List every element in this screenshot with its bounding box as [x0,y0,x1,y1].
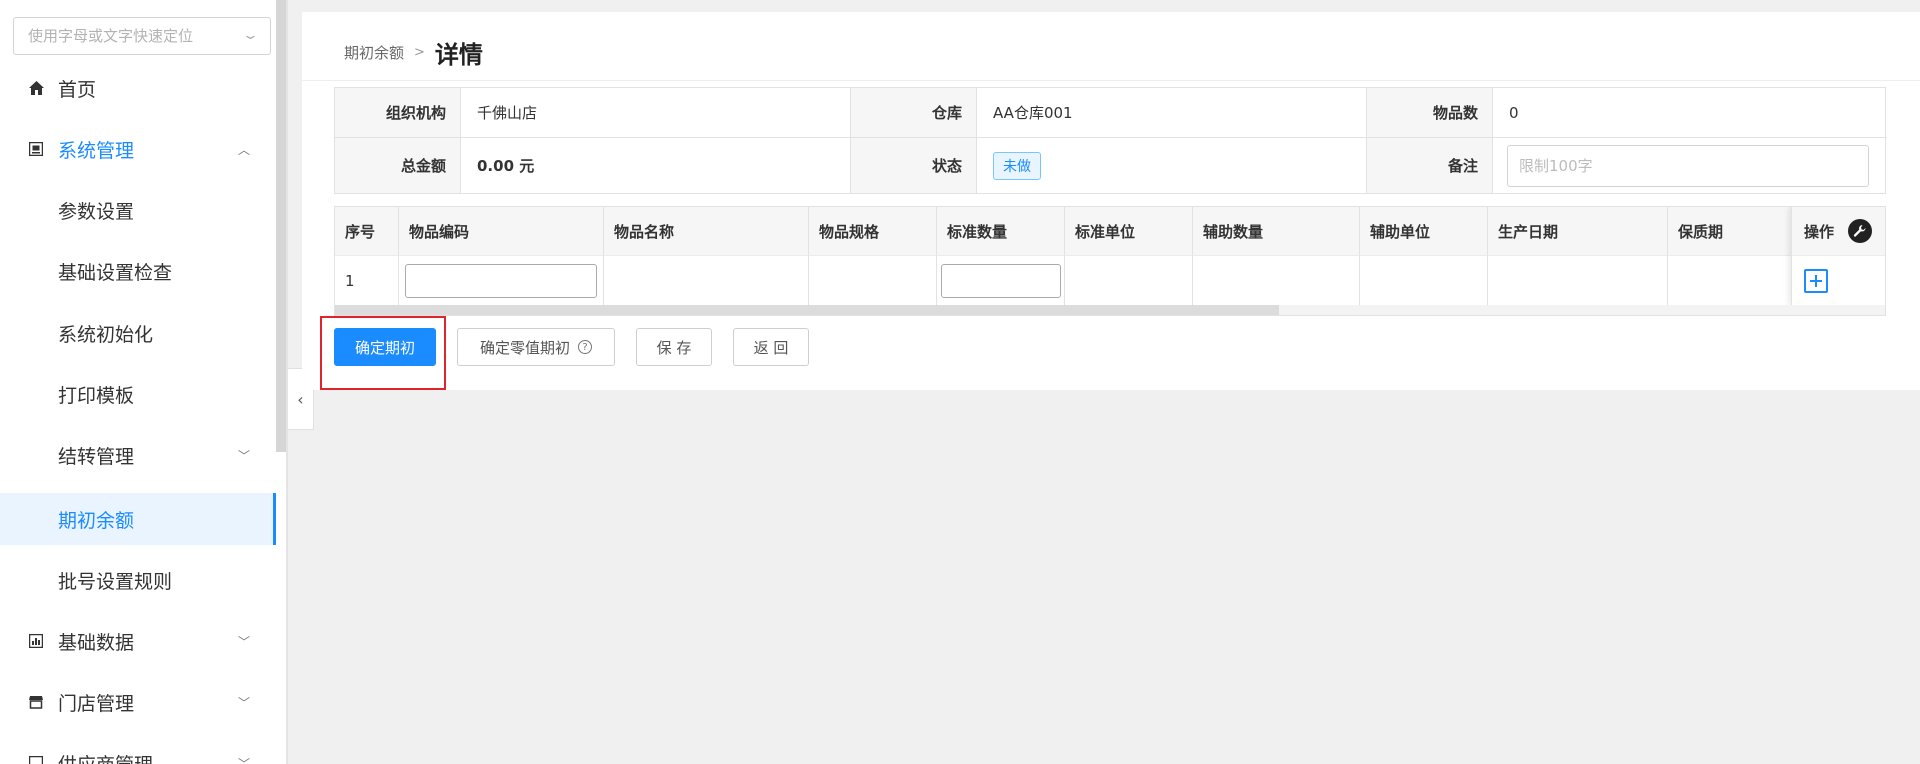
column-header: 标准单位 [1065,207,1193,255]
action-header: 操作 [1791,207,1885,255]
row-index: 1 [335,255,399,305]
item-code-input[interactable] [405,263,597,298]
item-count-value: 0 [1493,88,1887,138]
status-badge: 未做 [993,151,1041,180]
items-table: 序号 物品编码 物品名称 物品规格 标准数量 标准单位 辅助数量 辅助单位 生产… [334,206,1886,316]
sidebar-item-label: 系统初始化 [58,323,154,346]
breadcrumb-separator: > [414,44,425,60]
chevron-up-icon: ︿ [237,142,250,157]
sidebar-item-opening-balance[interactable]: 期初余额 [0,493,276,545]
sidebar-item-label: 参数设置 [58,200,135,223]
std-unit-cell [1065,255,1193,305]
item-name-cell [604,255,809,305]
supplier-icon [28,755,44,764]
total-amount-label: 总金额 [335,138,461,193]
sidebar-item-home[interactable]: 首页 [0,62,276,114]
sidebar-item-label: 期初余额 [58,509,135,532]
action-cell [1791,255,1885,305]
org-value: 千佛山店 [461,88,851,138]
remark-label: 备注 [1367,138,1493,193]
data-icon [28,633,44,649]
save-button[interactable]: 保 存 [636,328,712,366]
column-header: 辅助单位 [1360,207,1488,255]
confirm-zero-label: 确定零值期初 [479,338,570,357]
chevron-down-icon: ﹀ [237,695,250,710]
production-date-cell [1488,255,1668,305]
chevron-down-icon: ﹀ [237,756,250,764]
sidebar-item-label: 结转管理 [58,445,135,468]
quick-locate-select[interactable]: 使用字母或文字快速定位 ⌄ [13,17,271,55]
sidebar-item-print-template[interactable]: 打印模板 [0,368,276,420]
sidebar-item-basic-data[interactable]: 基础数据 ﹀ [0,615,276,667]
sidebar-item-batch-rule[interactable]: 批号设置规则 [0,554,276,606]
column-header: 序号 [335,207,399,255]
action-column: 操作 [1791,207,1885,305]
breadcrumb-parent[interactable]: 期初余额 [344,42,404,63]
sidebar-item-label: 首页 [58,78,97,101]
sidebar-item-label: 基础数据 [58,631,135,654]
std-qty-input[interactable] [941,263,1061,298]
chevron-down-icon: ﹀ [237,448,250,463]
header-divider [302,80,1920,81]
sidebar-scrollbar[interactable] [276,0,286,452]
confirm-opening-button[interactable]: 确定期初 [334,328,436,366]
column-header: 物品编码 [399,207,604,255]
std-qty-cell [937,255,1065,305]
remark-cell [1493,138,1887,193]
system-icon [28,141,44,157]
table-scrollbar-thumb[interactable] [335,305,1279,315]
sidebar-item-label: 门店管理 [58,692,135,715]
sidebar-item-supplier[interactable]: 供应商管理 ﹀ [0,737,276,764]
chevron-down-icon: ⌄ [241,28,260,43]
item-code-cell [399,255,604,305]
chevron-left-icon: ‹ [297,389,304,409]
add-row-icon[interactable] [1804,268,1828,293]
back-button[interactable]: 返 回 [733,328,809,366]
sidebar-item-label: 供应商管理 [58,750,153,764]
page-title: 详情 [434,40,483,69]
status-cell: 未做 [977,138,1367,193]
sidebar-item-system[interactable]: 系统管理 ︿ [0,123,276,175]
item-count-label: 物品数 [1367,88,1493,138]
column-header: 标准数量 [937,207,1065,255]
breadcrumb: 期初余额 > 详情 [344,32,483,72]
wrench-icon[interactable] [1848,219,1873,243]
sidebar-item-init[interactable]: 系统初始化 [0,307,276,359]
sidebar-item-label: 批号设置规则 [58,570,173,593]
aux-unit-cell [1360,255,1488,305]
help-icon[interactable]: ? [578,340,592,354]
sidebar-item-basic-check[interactable]: 基础设置检查 [0,245,276,297]
home-icon [28,80,44,96]
column-header: 物品规格 [809,207,937,255]
chevron-down-icon: ﹀ [237,634,250,649]
quick-locate-placeholder: 使用字母或文字快速定位 [28,27,194,45]
warehouse-value: AA仓库001 [977,88,1367,138]
column-header: 生产日期 [1488,207,1668,255]
sidebar-item-label: 打印模板 [58,384,135,407]
aux-qty-cell [1193,255,1360,305]
sidebar-item-params[interactable]: 参数设置 [0,184,276,236]
action-header-label: 操作 [1804,222,1835,241]
warehouse-label: 仓库 [851,88,977,138]
item-spec-cell [809,255,937,305]
store-icon [28,694,44,710]
sidebar-item-carryover[interactable]: 结转管理 ﹀ [0,429,276,481]
sidebar: 使用字母或文字快速定位 ⌄ 首页 系统管理 ︿ 参数设置 基础设置检查 系统初始… [0,0,288,764]
org-label: 组织机构 [335,88,461,138]
table-header: 序号 物品编码 物品名称 物品规格 标准数量 标准单位 辅助数量 辅助单位 生产… [335,207,1828,255]
info-grid: 组织机构 千佛山店 仓库 AA仓库001 物品数 0 总金额 0.00 元 状态… [334,87,1887,194]
remark-input[interactable] [1507,144,1869,187]
column-header: 物品名称 [604,207,809,255]
total-amount-value: 0.00 元 [461,138,851,193]
column-header: 辅助数量 [1193,207,1360,255]
table-row: 1 [335,255,1828,305]
sidebar-item-store[interactable]: 门店管理 ﹀ [0,676,276,728]
status-label: 状态 [851,138,977,193]
sidebar-item-label: 系统管理 [58,139,135,162]
sidebar-item-label: 基础设置检查 [58,261,173,284]
confirm-zero-opening-button[interactable]: 确定零值期初 ? [457,328,615,366]
